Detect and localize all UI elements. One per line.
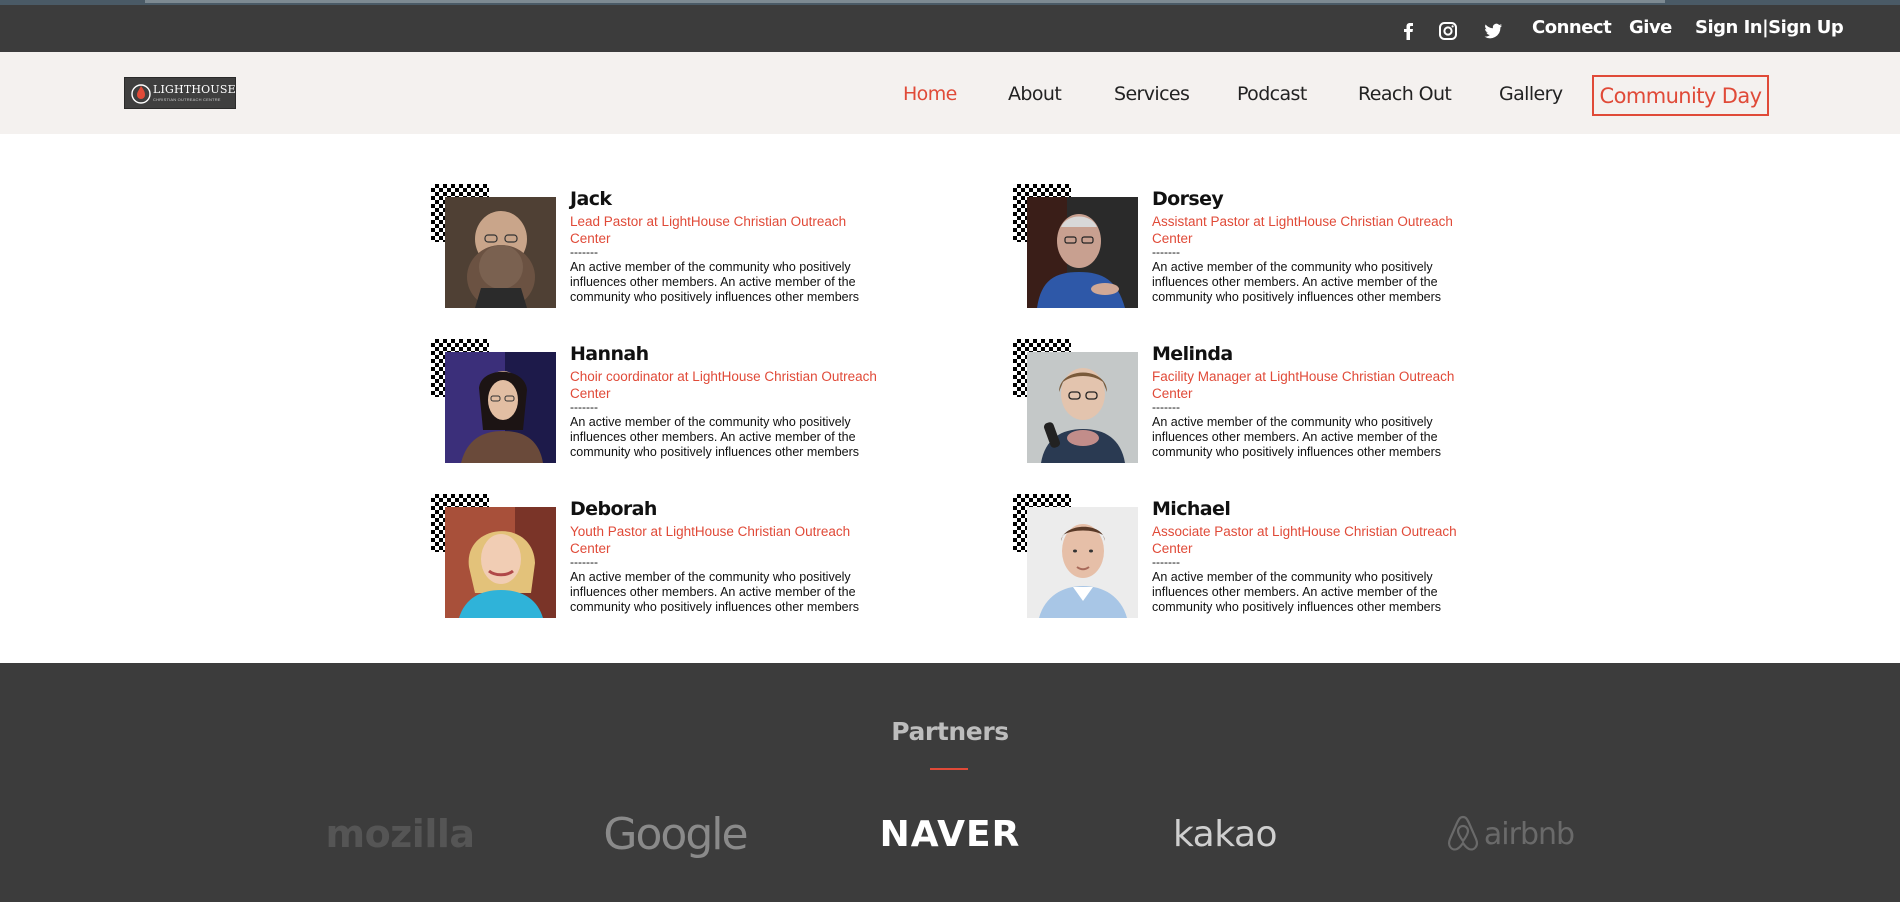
member-divider: -------: [570, 245, 598, 259]
member-photo: [445, 352, 556, 463]
member-name: Jack: [570, 188, 612, 210]
partners-section: Partners mozilla Google NAVER kakao airb…: [0, 663, 1900, 902]
partners-title-underline: [930, 768, 968, 770]
team-member-card: Melinda Facility Manager at LightHouse C…: [1013, 339, 1483, 469]
member-divider: -------: [1152, 400, 1180, 414]
member-name: Hannah: [570, 343, 649, 365]
member-photo: [445, 197, 556, 308]
community-day-button[interactable]: Community Day: [1592, 75, 1769, 116]
member-divider: -------: [570, 555, 598, 569]
main-navbar: LIGHTHOUSE CHRISTIAN OUTREACH CENTRE Hom…: [0, 52, 1900, 134]
member-bio: An active member of the community who po…: [570, 415, 860, 459]
airbnb-icon: [1447, 815, 1478, 851]
member-role: Assistant Pastor at LightHouse Christian…: [1152, 214, 1453, 246]
instagram-icon[interactable]: [1437, 20, 1459, 42]
member-role: Lead Pastor at LightHouse Christian Outr…: [570, 214, 847, 246]
flame-icon: [131, 84, 151, 104]
lighthouse-logo[interactable]: LIGHTHOUSE CHRISTIAN OUTREACH CENTRE: [124, 77, 236, 109]
member-name: Deborah: [570, 498, 657, 520]
member-role: Associate Pastor at LightHouse Christian…: [1152, 524, 1457, 556]
partners-title: Partners: [891, 717, 1009, 746]
member-bio: An active member of the community who po…: [1152, 570, 1442, 614]
twitter-icon[interactable]: [1482, 20, 1504, 42]
nav-about[interactable]: About: [1008, 84, 1062, 104]
team-section: Jack Lead Pastor at LightHouse Christian…: [0, 134, 1900, 663]
team-member-card: Michael Associate Pastor at LightHouse C…: [1013, 494, 1483, 624]
member-role: Facility Manager at LightHouse Christian…: [1152, 369, 1455, 401]
partner-logo-google[interactable]: Google: [590, 809, 760, 860]
member-name: Michael: [1152, 498, 1231, 520]
top-bar: Connect Give Sign In|Sign Up: [0, 5, 1900, 52]
nav-reach-out[interactable]: Reach Out: [1358, 84, 1452, 104]
member-divider: -------: [570, 400, 598, 414]
member-photo: [1027, 507, 1138, 618]
nav-gallery[interactable]: Gallery: [1499, 84, 1563, 104]
nav-home[interactable]: Home: [903, 84, 957, 104]
member-divider: -------: [1152, 555, 1180, 569]
facebook-icon[interactable]: [1397, 20, 1419, 42]
member-bio: An active member of the community who po…: [570, 570, 860, 614]
logo-brand: LIGHTHOUSE: [153, 83, 236, 96]
member-photo: [1027, 197, 1138, 308]
browser-tab-line: [145, 0, 1665, 3]
nav-services[interactable]: Services: [1114, 84, 1190, 104]
team-member-card: Hannah Choir coordinator at LightHouse C…: [431, 339, 901, 469]
member-bio: An active member of the community who po…: [1152, 415, 1442, 459]
airbnb-wordmark: airbnb: [1483, 816, 1575, 852]
partner-logo-airbnb[interactable]: airbnb: [1420, 811, 1600, 857]
member-role: Youth Pastor at LightHouse Christian Out…: [570, 524, 851, 556]
member-bio: An active member of the community who po…: [570, 260, 860, 304]
nav-podcast[interactable]: Podcast: [1237, 84, 1307, 104]
member-bio: An active member of the community who po…: [1152, 260, 1442, 304]
team-member-card: Jack Lead Pastor at LightHouse Christian…: [431, 184, 901, 314]
team-member-card: Dorsey Assistant Pastor at LightHouse Ch…: [1013, 184, 1483, 314]
member-name: Melinda: [1152, 343, 1233, 365]
member-divider: -------: [1152, 245, 1180, 259]
partner-logo-kakao[interactable]: kakao: [1140, 811, 1310, 857]
connect-link[interactable]: Connect: [1532, 18, 1612, 38]
sign-in-sign-up-link[interactable]: Sign In|Sign Up: [1695, 18, 1844, 38]
member-role: Choir coordinator at LightHouse Christia…: [570, 369, 877, 401]
member-photo: [1027, 352, 1138, 463]
member-name: Dorsey: [1152, 188, 1224, 210]
member-photo: [445, 507, 556, 618]
logo-subtitle: CHRISTIAN OUTREACH CENTRE: [153, 97, 221, 102]
team-member-card: Deborah Youth Pastor at LightHouse Chris…: [431, 494, 901, 624]
give-link[interactable]: Give: [1629, 18, 1672, 38]
partner-logo-mozilla[interactable]: mozilla: [300, 811, 500, 857]
partner-logo-naver[interactable]: NAVER: [860, 811, 1040, 857]
